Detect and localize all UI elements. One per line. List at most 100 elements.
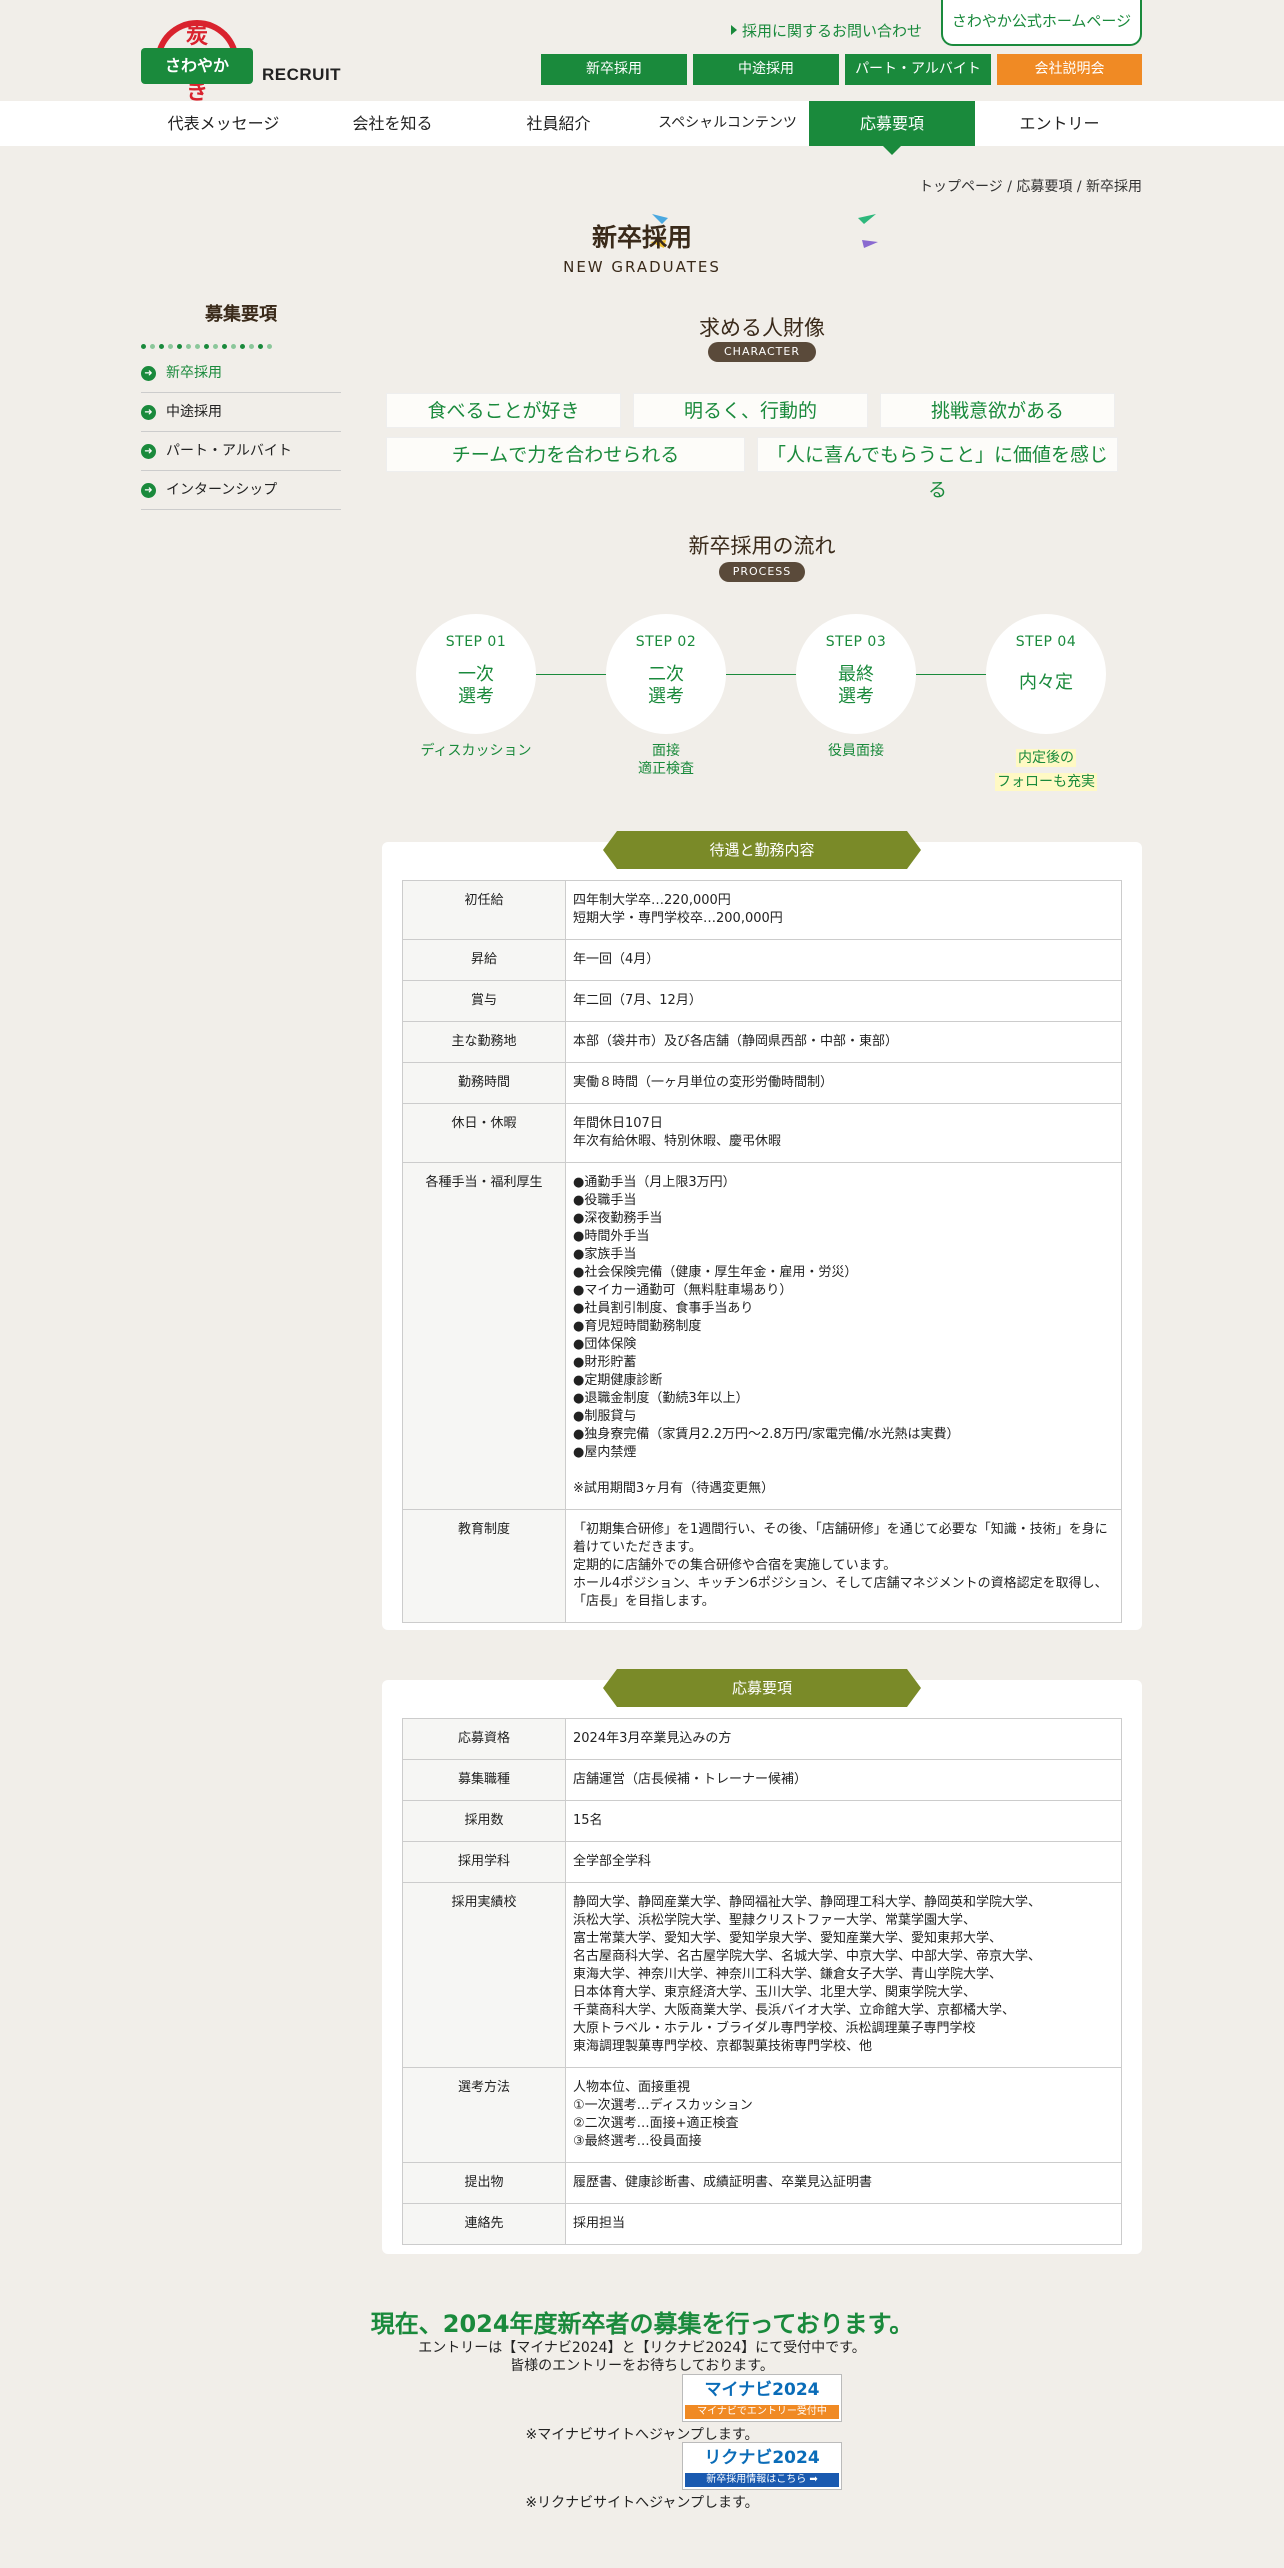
table-row: 主な勤務地 本部（袋井市）及び各店舗（静岡県西部・中部・東部） — [402, 1021, 1122, 1063]
row-value: 15名 — [565, 1800, 1122, 1842]
row-value: 履歴書、健康診断書、成績証明書、卒業見込証明書 — [565, 2162, 1122, 2204]
nav-item-requirements[interactable]: 応募要項 — [809, 101, 975, 155]
sawayaka-logo[interactable]: 炭焼き さわやか — [141, 14, 253, 105]
row-label: 初任給 — [402, 880, 566, 940]
official-site-button[interactable]: さわやか公式ホームページ — [941, 0, 1142, 46]
requirements-ribbon: 応募要項 — [603, 1669, 921, 1707]
process-step-3: STEP 03 最終 選考 — [796, 614, 916, 734]
row-value: 静岡大学、静岡産業大学、静岡福祉大学、静岡理工科大学、静岡英和学院大学、 浜松大… — [565, 1882, 1122, 2068]
row-label: 賞与 — [402, 980, 566, 1022]
step-caption: 内定後の フォローも充実 — [995, 749, 1097, 791]
trait-box: 明るく、行動的 — [633, 393, 868, 428]
trait-box: 食べることが好き — [386, 393, 621, 428]
table-row: 初任給 四年制大学卒…220,000円 短期大学・専門学校卒…200,000円 — [402, 880, 1122, 940]
process-step-4: STEP 04 内々定 — [986, 614, 1106, 734]
mynavi-logo: マイナビ2024 — [704, 2380, 820, 2400]
row-label: 採用実績校 — [402, 1882, 566, 2068]
arrow-right-icon: ➜ — [141, 444, 156, 459]
row-label: 休日・休暇 — [402, 1103, 566, 1163]
mynavi-banner[interactable]: マイナビ2024 マイナビでエントリー受付中 — [682, 2374, 842, 2422]
row-label: 主な勤務地 — [402, 1021, 566, 1063]
table-row: 勤務時間 実働８時間（一ヶ月単位の変形労働時間制） — [402, 1062, 1122, 1104]
sidebar-item-new-graduates[interactable]: ➜ 新卒採用 — [141, 354, 341, 393]
process-connector — [916, 674, 990, 675]
nav-item-staff[interactable]: 社員紹介 — [476, 101, 641, 146]
row-label: 勤務時間 — [402, 1062, 566, 1104]
sidebar-item-label: インターンシップ — [166, 482, 278, 498]
row-label: 教育制度 — [402, 1509, 566, 1623]
row-label: 採用学科 — [402, 1841, 566, 1883]
row-label: 応募資格 — [402, 1718, 566, 1760]
triangle-right-icon — [731, 25, 737, 35]
table-row: 休日・休暇 年間休日107日 年次有給休暇、特別休暇、慶弔休暇 — [402, 1103, 1122, 1163]
breadcrumb[interactable]: トップページ / 応募要項 / 新卒採用 — [0, 176, 1142, 196]
contact-link[interactable]: 採用に関するお問い合わせ — [731, 20, 922, 41]
global-nav: 代表メッセージ 会社を知る 社員紹介 スペシャルコンテンツ 応募要項 エントリー — [0, 101, 1284, 155]
sidebar-item-part-time[interactable]: ➜ パート・アルバイト — [141, 432, 341, 471]
cta-line-2: 皆様のエントリーをお待ちしております。 — [510, 2358, 774, 2374]
header-button-company-briefing[interactable]: 会社説明会 — [997, 54, 1142, 85]
step-number: STEP 02 — [635, 634, 697, 650]
table-row: 各種手当・福利厚生 ●通勤手当（月上限3万円） ●役職手当 ●深夜勤務手当 ●時間… — [402, 1162, 1122, 1510]
contact-link-label: 採用に関するお問い合わせ — [742, 22, 923, 40]
recruit-label: RECRUIT — [262, 65, 342, 84]
nav-item-message[interactable]: 代表メッセージ — [141, 101, 306, 146]
nav-item-entry[interactable]: エントリー — [977, 101, 1142, 146]
process-step-2: STEP 02 二次 選考 — [606, 614, 726, 734]
row-value: 2024年3月卒業見込みの方 — [565, 1718, 1122, 1760]
row-value: ●通勤手当（月上限3万円） ●役職手当 ●深夜勤務手当 ●時間外手当 ●家族手当… — [565, 1162, 1122, 1510]
rikunabi-banner[interactable]: リクナビ2024 新卒採用情報はこちら ➡ — [682, 2442, 842, 2490]
table-row: 採用実績校 静岡大学、静岡産業大学、静岡福祉大学、静岡理工科大学、静岡英和学院大学… — [402, 1882, 1122, 2068]
step-name: 最終 選考 — [838, 664, 874, 707]
row-value: 四年制大学卒…220,000円 短期大学・専門学校卒…200,000円 — [565, 880, 1122, 940]
mynavi-note: ※マイナビサイトへジャンプします。 — [525, 2427, 759, 2443]
row-value: 実働８時間（一ヶ月単位の変形労働時間制） — [565, 1062, 1122, 1104]
table-row: 採用数 15名 — [402, 1800, 1122, 1842]
row-value: 人物本位、面接重視 ①一次選考…ディスカッション ②二次選考…面接+適正検査 ③… — [565, 2067, 1122, 2163]
arrow-right-icon: ➜ — [141, 405, 156, 420]
row-label: 採用数 — [402, 1800, 566, 1842]
nav-item-special[interactable]: スペシャルコンテンツ — [645, 101, 810, 146]
table-row: 賞与 年二回（7月、12月） — [402, 980, 1122, 1022]
row-value: 店舗運営（店長候補・トレーナー候補） — [565, 1759, 1122, 1801]
rikunabi-logo: リクナビ2024 — [704, 2448, 820, 2468]
arrow-right-icon: ➜ — [141, 483, 156, 498]
sidebar-dotted-divider — [141, 334, 341, 349]
header-button-new-graduates[interactable]: 新卒採用 — [541, 54, 687, 85]
row-value: 全学部全学科 — [565, 1841, 1122, 1883]
logo-mark: 炭焼き — [185, 23, 208, 105]
trait-box: 「人に喜んでもらうこと」に価値を感じる — [757, 437, 1118, 501]
header-button-part-time[interactable]: パート・アルバイト — [845, 54, 991, 85]
page-title: 新卒採用 — [591, 223, 692, 252]
row-label: 各種手当・福利厚生 — [402, 1162, 566, 1510]
row-label: 募集職種 — [402, 1759, 566, 1801]
step-number: STEP 04 — [1015, 634, 1077, 650]
table-row: 採用学科 全学部全学科 — [402, 1841, 1122, 1883]
character-pill: CHARACTER — [708, 342, 816, 362]
sidebar-item-label: 新卒採用 — [166, 365, 222, 381]
cta-headline: 現在、2024年度新卒者の募集を行っております。 — [370, 2310, 914, 2338]
table-row: 昇給 年一回（4月） — [402, 939, 1122, 981]
step-caption: ディスカッション — [420, 743, 532, 759]
row-value: 本部（袋井市）及び各店舗（静岡県西部・中部・東部） — [565, 1021, 1122, 1063]
table-row: 募集職種 店舗運営（店長候補・トレーナー候補） — [402, 1759, 1122, 1801]
nav-item-company[interactable]: 会社を知る — [310, 101, 475, 146]
row-value: 採用担当 — [565, 2203, 1122, 2245]
sidebar-item-mid-career[interactable]: ➜ 中途採用 — [141, 393, 341, 432]
process-connector — [726, 674, 800, 675]
table-row: 教育制度 「初期集合研修」を1週間行い、その後、「店舗研修」を通じて必要な「知識・… — [402, 1509, 1122, 1623]
trait-box: チームで力を合わせられる — [386, 437, 745, 472]
row-value: 年間休日107日 年次有給休暇、特別休暇、慶弔休暇 — [565, 1103, 1122, 1163]
sidebar-item-internship[interactable]: ➜ インターンシップ — [141, 471, 341, 510]
step-number: STEP 01 — [445, 634, 507, 650]
logo-text: さわやか — [164, 56, 229, 75]
rikunabi-banner-sub: 新卒採用情報はこちら ➡ — [685, 2473, 839, 2487]
mynavi-banner-sub: マイナビでエントリー受付中 — [685, 2405, 839, 2419]
step-name: 二次 選考 — [648, 664, 684, 707]
row-value: 年二回（7月、12月） — [565, 980, 1122, 1022]
step-name: 一次 選考 — [458, 664, 494, 707]
row-value: 「初期集合研修」を1週間行い、その後、「店舗研修」を通じて必要な「知識・技術」を… — [565, 1509, 1122, 1623]
page-subtitle: NEW GRADUATES — [563, 258, 721, 276]
header-button-mid-career[interactable]: 中途採用 — [693, 54, 839, 85]
step-caption: 面接 適正検査 — [638, 743, 694, 777]
